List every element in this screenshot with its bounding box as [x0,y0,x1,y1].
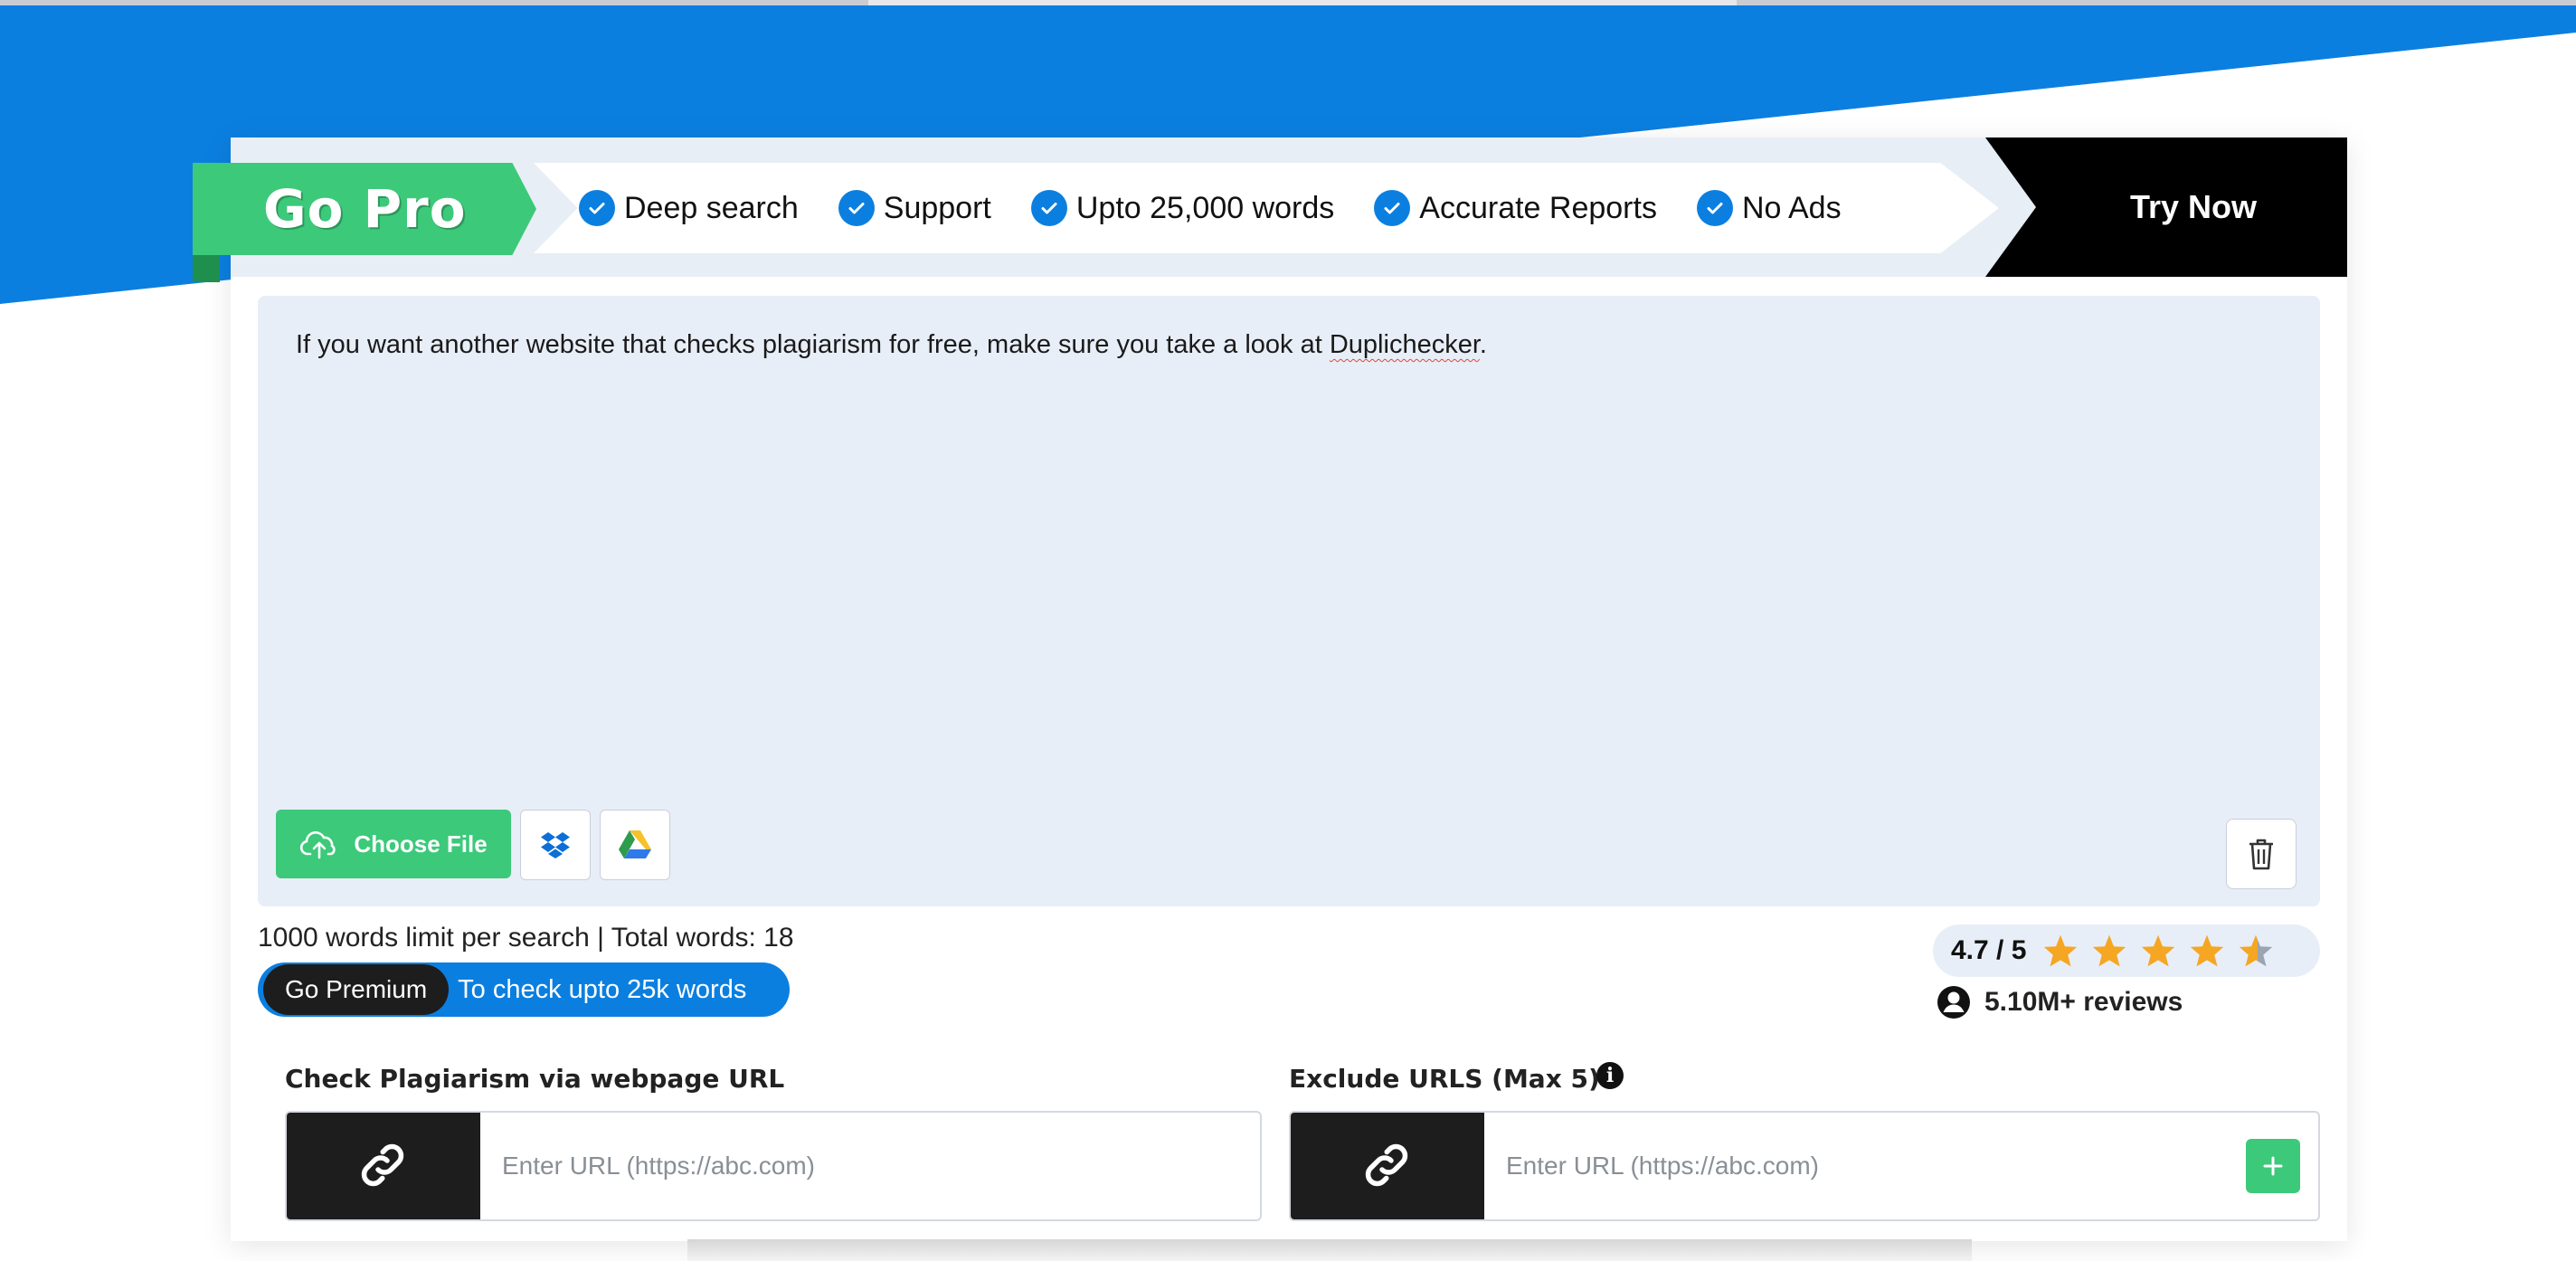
plus-icon [2263,1156,2283,1176]
go-pro-label: Go Pro [263,178,467,240]
star-half-icon [2240,934,2273,967]
star-icon [2093,934,2126,967]
feature-label: Deep search [624,190,799,225]
editor-text-end: . [1479,330,1487,359]
exclude-urls-title: Exclude URLS (Max 5) [1289,1064,1600,1094]
rating-stars [2042,934,2274,968]
link-icon [1365,1143,1408,1187]
choose-file-button[interactable]: Choose File [276,810,511,878]
add-url-button[interactable] [2246,1139,2300,1193]
feature-label: Accurate Reports [1419,190,1657,225]
check-circle-icon [1030,190,1067,226]
word-limit-text: 1000 words limit per search | Total word… [258,923,794,953]
link-icon-box [287,1113,480,1219]
rating-value: 4.7 / 5 [1951,935,2027,965]
check-circle-icon [838,190,875,226]
go-pro-badge: Go Pro [193,163,536,255]
try-now-label: Try Now [2129,188,2258,225]
reviews-label: 5.10M+ reviews [1984,987,2183,1017]
footer-shadow [687,1239,1972,1261]
go-premium-button[interactable]: Go Premium [263,964,450,1015]
editor-text-main: If you want another website that checks … [296,330,1330,359]
url-check-field [285,1111,1262,1221]
trash-icon [2249,839,2273,870]
text-editor[interactable]: If you want another website that checks … [258,296,2320,906]
star-icon [2142,934,2175,967]
link-icon [361,1143,404,1187]
editor-content[interactable]: If you want another website that checks … [296,330,1487,360]
info-icon[interactable]: i [1596,1062,1624,1089]
google-drive-button[interactable] [600,810,670,880]
google-drive-icon [619,830,651,858]
star-icon [2191,934,2224,967]
premium-message: To check upto 25k words [458,974,747,1004]
misspelled-word: Duplichecker [1329,330,1480,359]
rating-box: 4.7 / 5 [1933,924,2320,977]
user-circle-icon [1937,986,1970,1019]
feature-item: Upto 25,000 words [1030,190,1335,226]
feature-item: Support [838,190,991,226]
reviews-count: 5.10M+ reviews [1936,984,2183,1020]
feature-label: Upto 25,000 words [1075,190,1335,225]
feature-label: Support [883,190,991,225]
link-icon-box [1291,1113,1484,1219]
dropbox-icon [541,832,570,858]
dropbox-button[interactable] [520,810,591,880]
exclude-url-field [1289,1111,2320,1221]
url-input[interactable] [500,1129,1260,1203]
feature-list: Deep search Support Upto 25,000 words Ac… [579,172,1842,244]
feature-item: Deep search [579,190,799,226]
cloud-upload-icon [300,831,336,859]
exclude-url-input[interactable] [1504,1129,2246,1203]
check-circle-icon [1374,190,1411,226]
ribbon-fold [193,255,220,282]
feature-item: No Ads [1696,190,1842,226]
feature-label: No Ads [1741,190,1842,225]
check-circle-icon [579,190,615,226]
check-circle-icon [1696,190,1733,226]
star-icon [2044,934,2078,967]
try-now-button[interactable]: Try Now [1985,137,2347,277]
url-check-title: Check Plagiarism via webpage URL [285,1064,785,1094]
feature-item: Accurate Reports [1374,190,1657,226]
go-premium-pill[interactable]: Go Premium To check upto 25k words [258,962,790,1017]
choose-file-label: Choose File [354,830,488,858]
clear-text-button[interactable] [2226,819,2297,889]
